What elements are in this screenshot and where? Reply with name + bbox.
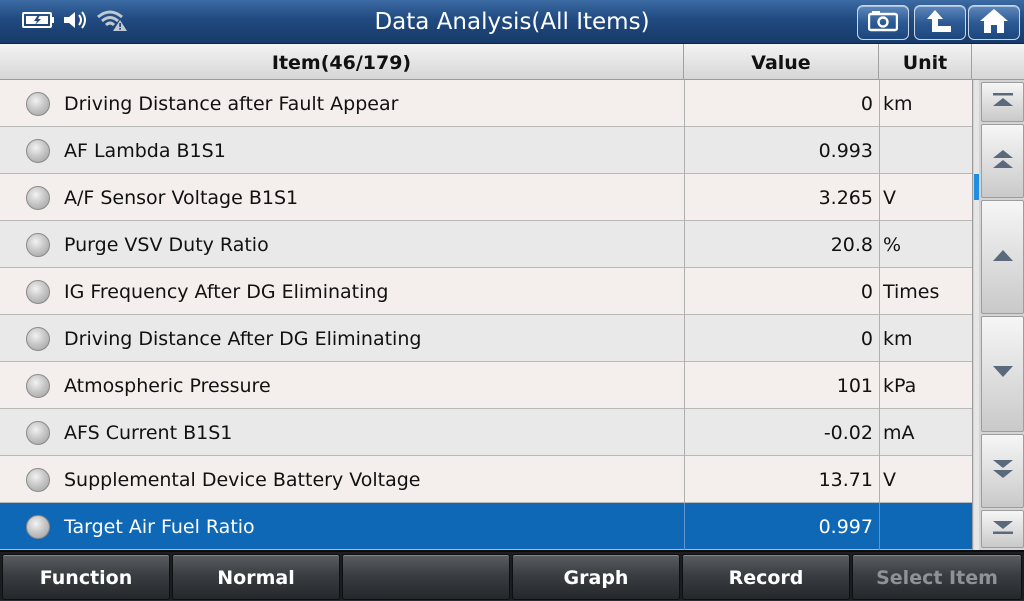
scrollbar-thumb[interactable]	[974, 174, 979, 200]
item-name: AFS Current B1S1	[64, 422, 233, 444]
table-row[interactable]: AF Lambda B1S1 0.993	[0, 127, 972, 174]
item-name: Atmospheric Pressure	[64, 375, 271, 397]
item-value: 0.997	[684, 503, 879, 550]
table-row[interactable]: IG Frequency After DG Eliminating 0 Time…	[0, 268, 972, 315]
table-row[interactable]: Driving Distance After DG Eliminating 0 …	[0, 315, 972, 362]
page-up-icon	[991, 147, 1015, 175]
item-unit: km	[879, 80, 972, 127]
table-row[interactable]: Driving Distance after Fault Appear 0 km	[0, 80, 972, 127]
wifi-warning-icon	[96, 8, 128, 36]
bottom-toolbar: Function Normal Graph Record Select Item	[0, 550, 1024, 600]
item-value: 101	[684, 362, 879, 409]
item-unit: %	[879, 221, 972, 268]
function-button[interactable]: Function	[2, 554, 170, 600]
scroll-bottom-button[interactable]	[981, 510, 1024, 548]
back-button[interactable]	[914, 5, 966, 40]
radio-icon[interactable]	[26, 515, 50, 539]
item-value: 0.993	[684, 127, 879, 174]
item-name: Supplemental Device Battery Voltage	[64, 469, 421, 491]
column-header-value[interactable]: Value	[684, 44, 879, 80]
scroll-column	[972, 80, 1024, 550]
item-unit	[879, 127, 972, 174]
select-item-button[interactable]: Select Item	[852, 554, 1022, 600]
radio-icon[interactable]	[26, 139, 50, 163]
scroll-down-button[interactable]	[981, 316, 1024, 432]
scroll-up-button[interactable]	[981, 200, 1024, 314]
column-header-item[interactable]: Item(46/179)	[0, 44, 684, 80]
column-header-unit[interactable]: Unit	[879, 44, 972, 80]
title-bar: Data Analysis(All Items)	[0, 0, 1024, 44]
page-up-button[interactable]	[981, 124, 1024, 198]
table-row[interactable]: A/F Sensor Voltage B1S1 3.265 V	[0, 174, 972, 221]
table-header: Item(46/179) Value Unit	[0, 44, 1024, 80]
radio-icon[interactable]	[26, 186, 50, 210]
radio-icon[interactable]	[26, 327, 50, 351]
home-icon	[979, 8, 1009, 38]
item-value: 20.8	[684, 221, 879, 268]
table-row[interactable]: AFS Current B1S1 -0.02 mA	[0, 409, 972, 456]
page-down-button[interactable]	[981, 434, 1024, 508]
item-value: 3.265	[684, 174, 879, 221]
item-unit: kPa	[879, 362, 972, 409]
home-button[interactable]	[968, 5, 1020, 40]
radio-icon[interactable]	[26, 421, 50, 445]
down-icon	[991, 364, 1015, 384]
item-name: Driving Distance After DG Eliminating	[64, 328, 422, 350]
status-icons	[22, 8, 128, 36]
data-list: Driving Distance after Fault Appear 0 km…	[0, 80, 972, 550]
item-value: 0	[684, 268, 879, 315]
page-title: Data Analysis(All Items)	[374, 9, 650, 35]
item-name: AF Lambda B1S1	[64, 140, 226, 162]
item-name: Purge VSV Duty Ratio	[64, 234, 269, 256]
item-value: 0	[684, 315, 879, 362]
item-name: IG Frequency After DG Eliminating	[64, 281, 389, 303]
screenshot-button[interactable]	[857, 5, 909, 40]
item-unit: V	[879, 456, 972, 503]
scroll-top-button[interactable]	[981, 82, 1024, 122]
radio-icon[interactable]	[26, 92, 50, 116]
camera-icon	[867, 10, 899, 36]
up-icon	[991, 247, 1015, 267]
scrollbar-track[interactable]	[974, 80, 979, 550]
item-unit: km	[879, 315, 972, 362]
table-row[interactable]: Atmospheric Pressure 101 kPa	[0, 362, 972, 409]
scroll-bottom-icon	[991, 519, 1015, 539]
table-row[interactable]: Purge VSV Duty Ratio 20.8 %	[0, 221, 972, 268]
speaker-icon	[62, 9, 90, 35]
item-unit	[879, 503, 972, 550]
table-row-selected[interactable]: Target Air Fuel Ratio 0.997	[0, 503, 972, 550]
scroll-top-icon	[991, 92, 1015, 112]
normal-button[interactable]: Normal	[172, 554, 340, 600]
graph-button[interactable]: Graph	[512, 554, 680, 600]
item-name: Driving Distance after Fault Appear	[64, 93, 399, 115]
radio-icon[interactable]	[26, 280, 50, 304]
item-unit: Times	[879, 268, 972, 315]
empty-button[interactable]	[342, 554, 510, 600]
radio-icon[interactable]	[26, 468, 50, 492]
radio-icon[interactable]	[26, 374, 50, 398]
item-unit: mA	[879, 409, 972, 456]
item-unit: V	[879, 174, 972, 221]
item-name: Target Air Fuel Ratio	[64, 516, 255, 538]
record-button[interactable]: Record	[682, 554, 850, 600]
return-arrow-icon	[925, 8, 955, 38]
table-row[interactable]: Supplemental Device Battery Voltage 13.7…	[0, 456, 972, 503]
column-header-spacer	[972, 44, 1024, 80]
radio-icon[interactable]	[26, 233, 50, 257]
item-name: A/F Sensor Voltage B1S1	[64, 187, 299, 209]
page-down-icon	[991, 457, 1015, 485]
item-value: 13.71	[684, 456, 879, 503]
item-value: 0	[684, 80, 879, 127]
item-value: -0.02	[684, 409, 879, 456]
battery-charging-icon	[22, 11, 56, 33]
